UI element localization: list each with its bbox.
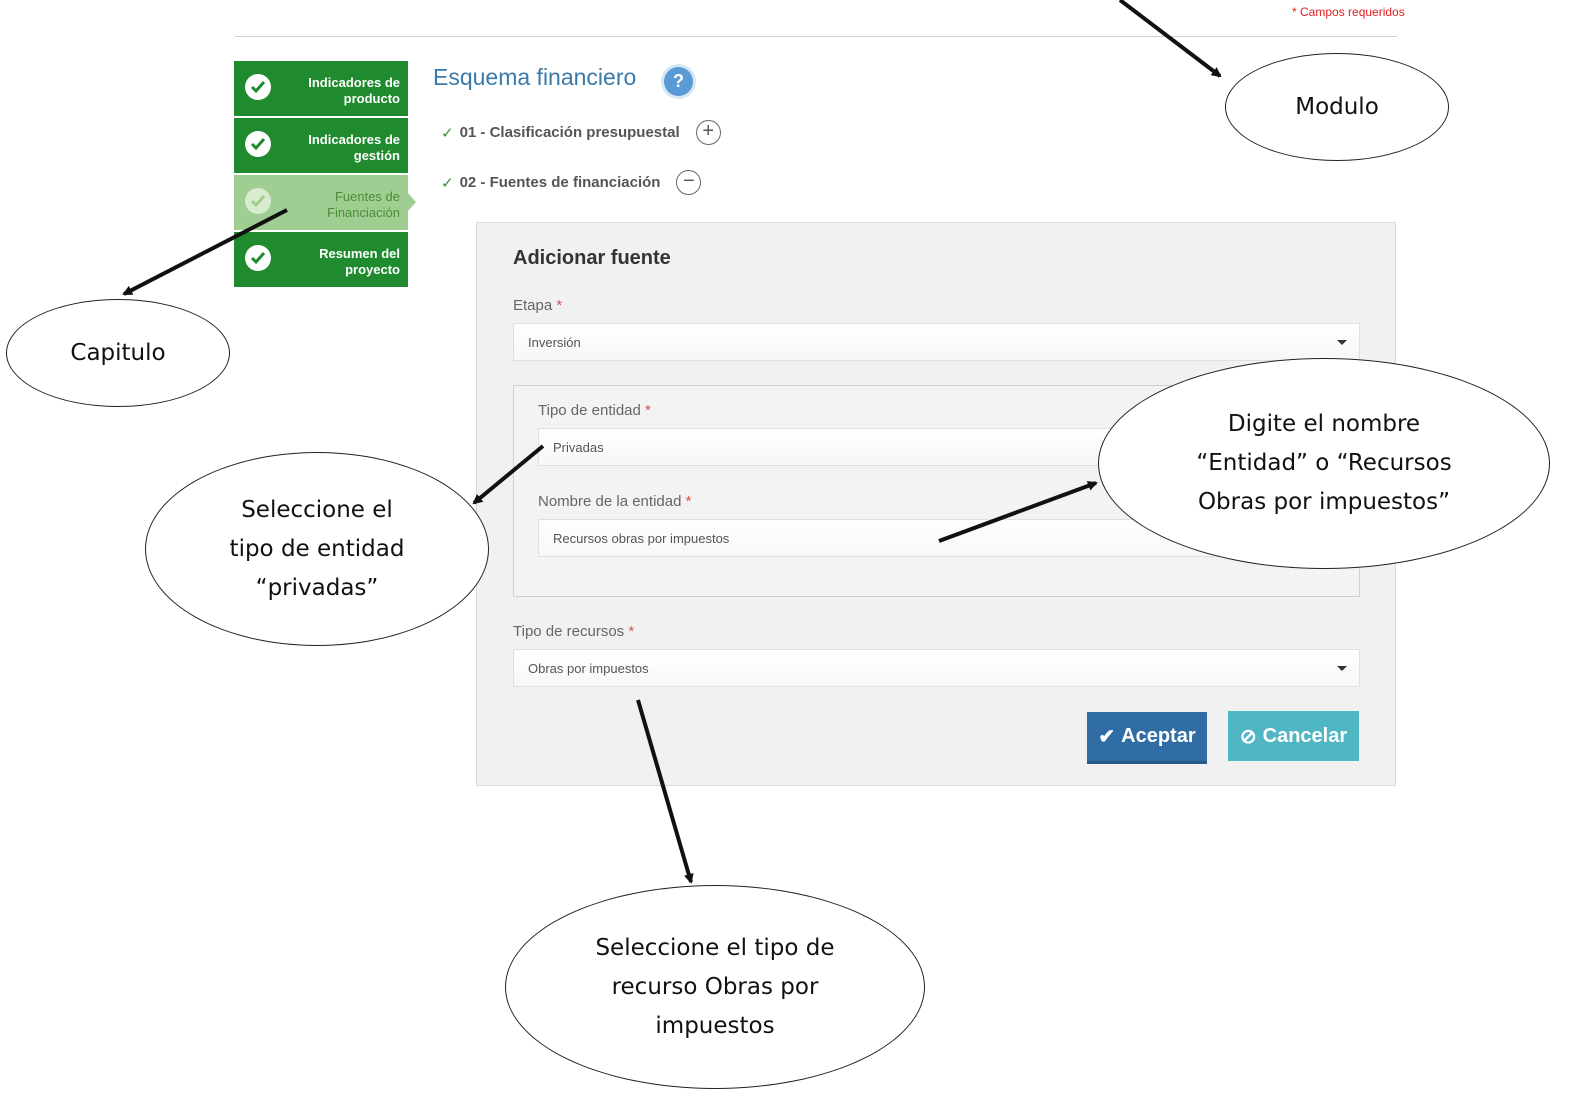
arrow-capitulo bbox=[122, 208, 288, 296]
annotation-tipo-entidad: Seleccione el tipo de entidad “privadas” bbox=[145, 452, 489, 646]
arrow-tipo-recurso bbox=[636, 699, 694, 884]
arrow-modulo bbox=[1118, 0, 1222, 78]
annotation-nombre-entidad: Digite el nombre “Entidad” o “Recursos O… bbox=[1098, 358, 1550, 569]
arrow-nombre bbox=[938, 481, 1098, 543]
annotation-capitulo: Capitulo bbox=[6, 299, 230, 407]
annotation-modulo: Modulo bbox=[1225, 53, 1449, 161]
arrow-tipo-entidad bbox=[472, 444, 545, 505]
annotation-tipo-recurso: Seleccione el tipo de recurso Obras por … bbox=[505, 885, 925, 1089]
